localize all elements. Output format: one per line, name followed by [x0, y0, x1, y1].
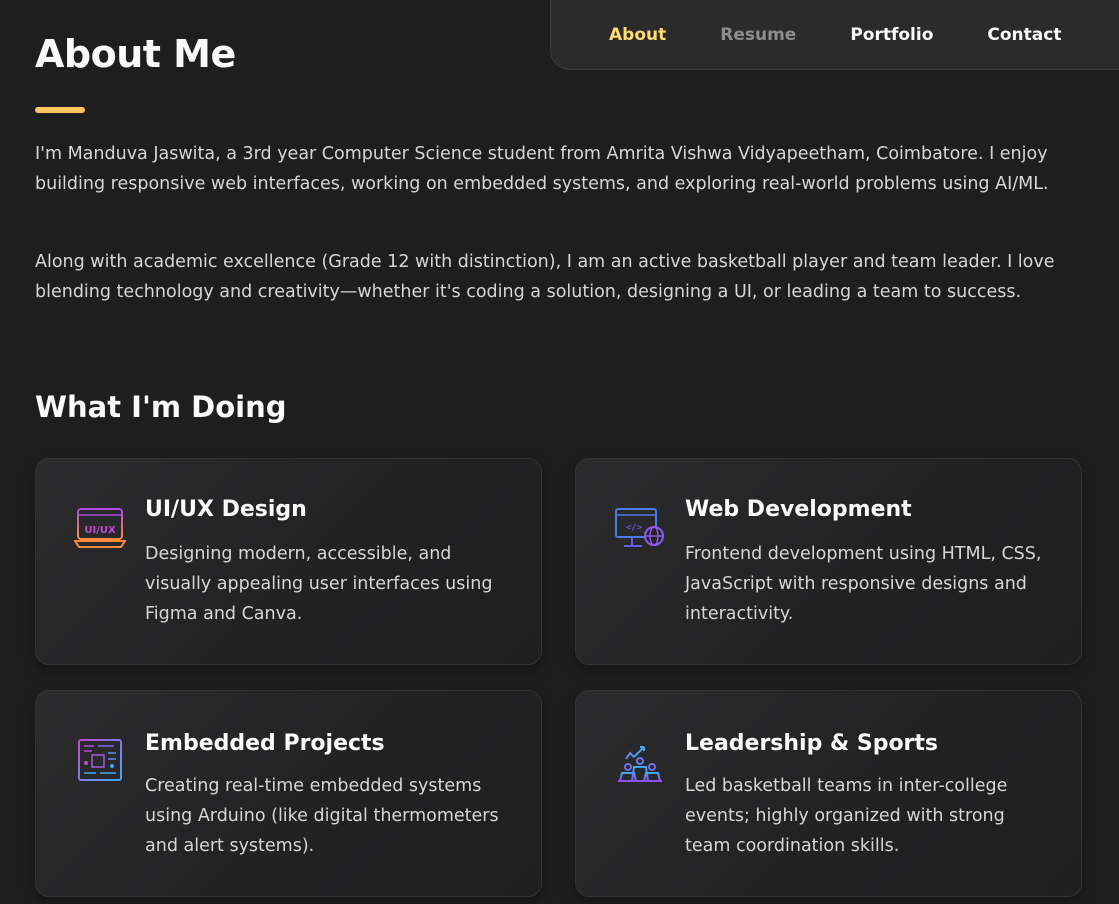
ui-ux-icon: UI/UX [73, 503, 127, 555]
service-card-embedded: Embedded Projects Creating real-time emb… [35, 690, 542, 897]
page-title: About Me [35, 32, 236, 76]
leadership-icon [614, 735, 666, 787]
about-paragraph-1: I'm Manduva Jaswita, a 3rd year Computer… [35, 144, 1049, 194]
title-underline [35, 107, 85, 113]
web-development-icon: </> [614, 503, 666, 555]
service-text-leadership: Led basketball teams in inter-college ev… [685, 776, 1008, 856]
service-text-web-development: Frontend development using HTML, CSS, Ja… [685, 544, 1042, 624]
svg-text:</>: </> [626, 523, 643, 533]
about-paragraph-2: Along with academic excellence (Grade 12… [35, 252, 1055, 302]
service-card-web-development: </> Web Development Frontend development… [575, 458, 1082, 665]
service-title-web-development: Web Development [685, 497, 912, 522]
section-title: What I'm Doing [35, 390, 287, 424]
service-text-ui-ux: Designing modern, accessible, and visual… [145, 544, 493, 624]
circuit-board-icon [74, 735, 126, 787]
page: About Resume Portfolio Contact About Me … [0, 0, 1119, 904]
svg-text:UI/UX: UI/UX [84, 525, 116, 536]
navbar: About Resume Portfolio Contact [550, 0, 1119, 70]
service-card-leadership: Leadership & Sports Led basketball teams… [575, 690, 1082, 897]
nav-link-resume[interactable]: Resume [720, 25, 796, 45]
service-title-embedded: Embedded Projects [145, 731, 385, 756]
nav-link-portfolio[interactable]: Portfolio [850, 25, 933, 45]
service-text-embedded: Creating real-time embedded systems usin… [145, 776, 499, 856]
service-card-ui-ux: UI/UX UI/UX Design Designing modern, acc… [35, 458, 542, 665]
nav-link-contact[interactable]: Contact [987, 25, 1061, 45]
service-title-leadership: Leadership & Sports [685, 731, 939, 756]
service-title-ui-ux: UI/UX Design [145, 497, 307, 522]
nav-link-about[interactable]: About [609, 25, 666, 45]
